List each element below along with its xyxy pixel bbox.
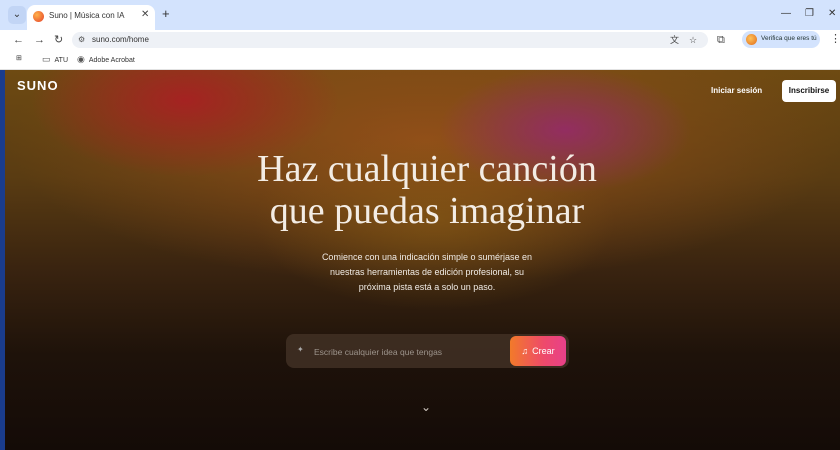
restore-icon[interactable]: ❐ (805, 7, 814, 21)
signup-button[interactable]: Inscribirse (782, 80, 836, 102)
arrow-right-icon[interactable]: → (34, 32, 45, 48)
close-window-icon[interactable]: ✕ (828, 7, 836, 21)
url-text[interactable]: suno.com/home (92, 35, 149, 45)
prompt-bar: ✦ ♫Crear (286, 334, 569, 368)
bookmark-label: ATU (54, 57, 68, 64)
translate-icon[interactable]: 文 (670, 34, 679, 46)
profile-button[interactable]: Verifica que eres tú (742, 31, 820, 48)
suno-favicon-icon (33, 11, 44, 22)
globe-icon: ◉ (77, 54, 85, 64)
new-tab-icon[interactable]: + (162, 7, 170, 21)
music-note-icon: ♫ (521, 346, 529, 356)
tab-title: Suno | Música con IA (49, 11, 125, 20)
close-icon[interactable]: ✕ (141, 9, 149, 20)
bookmark-adobe-acrobat[interactable]: ◉ Adobe Acrobat (77, 53, 135, 67)
sparkle-icon: ✦ (297, 345, 304, 354)
create-label: Crear (532, 346, 555, 356)
bookmark-atu[interactable]: ▭ ATU (42, 53, 68, 67)
folder-icon: ▭ (42, 54, 51, 64)
login-link[interactable]: Iniciar sesión (711, 86, 762, 95)
address-bar[interactable]: ⚙ suno.com/home 文 ☆ (72, 32, 708, 48)
hero-subtitle: Comience con una indicación simple o sum… (321, 252, 533, 292)
bookmark-label: Adobe Acrobat (88, 57, 135, 64)
apps-grid-icon[interactable]: ⊞ (16, 53, 22, 65)
reload-icon[interactable]: ↻ (54, 32, 63, 48)
minimize-icon[interactable]: — (781, 7, 791, 21)
chevron-down-icon[interactable]: ⌄ (421, 400, 431, 414)
browser-toolbar: ← → ↻ ⚙ suno.com/home 文 ☆ ⧉ Verifica que… (0, 30, 840, 50)
browser-tab[interactable]: Suno | Música con IA ✕ (27, 5, 155, 30)
profile-label: Verifica que eres tú (761, 35, 817, 42)
bookmarks-bar: ⊞ ▭ ATU ◉ Adobe Acrobat (0, 50, 840, 70)
puzzle-icon[interactable]: ⧉ (717, 32, 725, 48)
suno-logo[interactable]: SUNO (17, 78, 59, 93)
tab-strip: ⌄ Suno | Música con IA ✕ + — ❐ ✕ (0, 0, 840, 30)
more-menu-icon[interactable]: ⋮ (830, 32, 840, 46)
suno-page: SUNO Iniciar sesión Inscribirse Haz cual… (5, 70, 840, 450)
avatar (746, 34, 757, 45)
star-icon[interactable]: ☆ (689, 34, 697, 46)
site-info-icon[interactable]: ⚙ (78, 34, 85, 46)
arrow-left-icon[interactable]: ← (13, 32, 24, 48)
chevron-down-icon[interactable]: ⌄ (8, 6, 26, 24)
hero-title: Haz cualquier canción que puedas imagina… (257, 148, 597, 232)
create-button[interactable]: ♫ Crear (510, 336, 566, 366)
prompt-input[interactable] (312, 344, 506, 360)
